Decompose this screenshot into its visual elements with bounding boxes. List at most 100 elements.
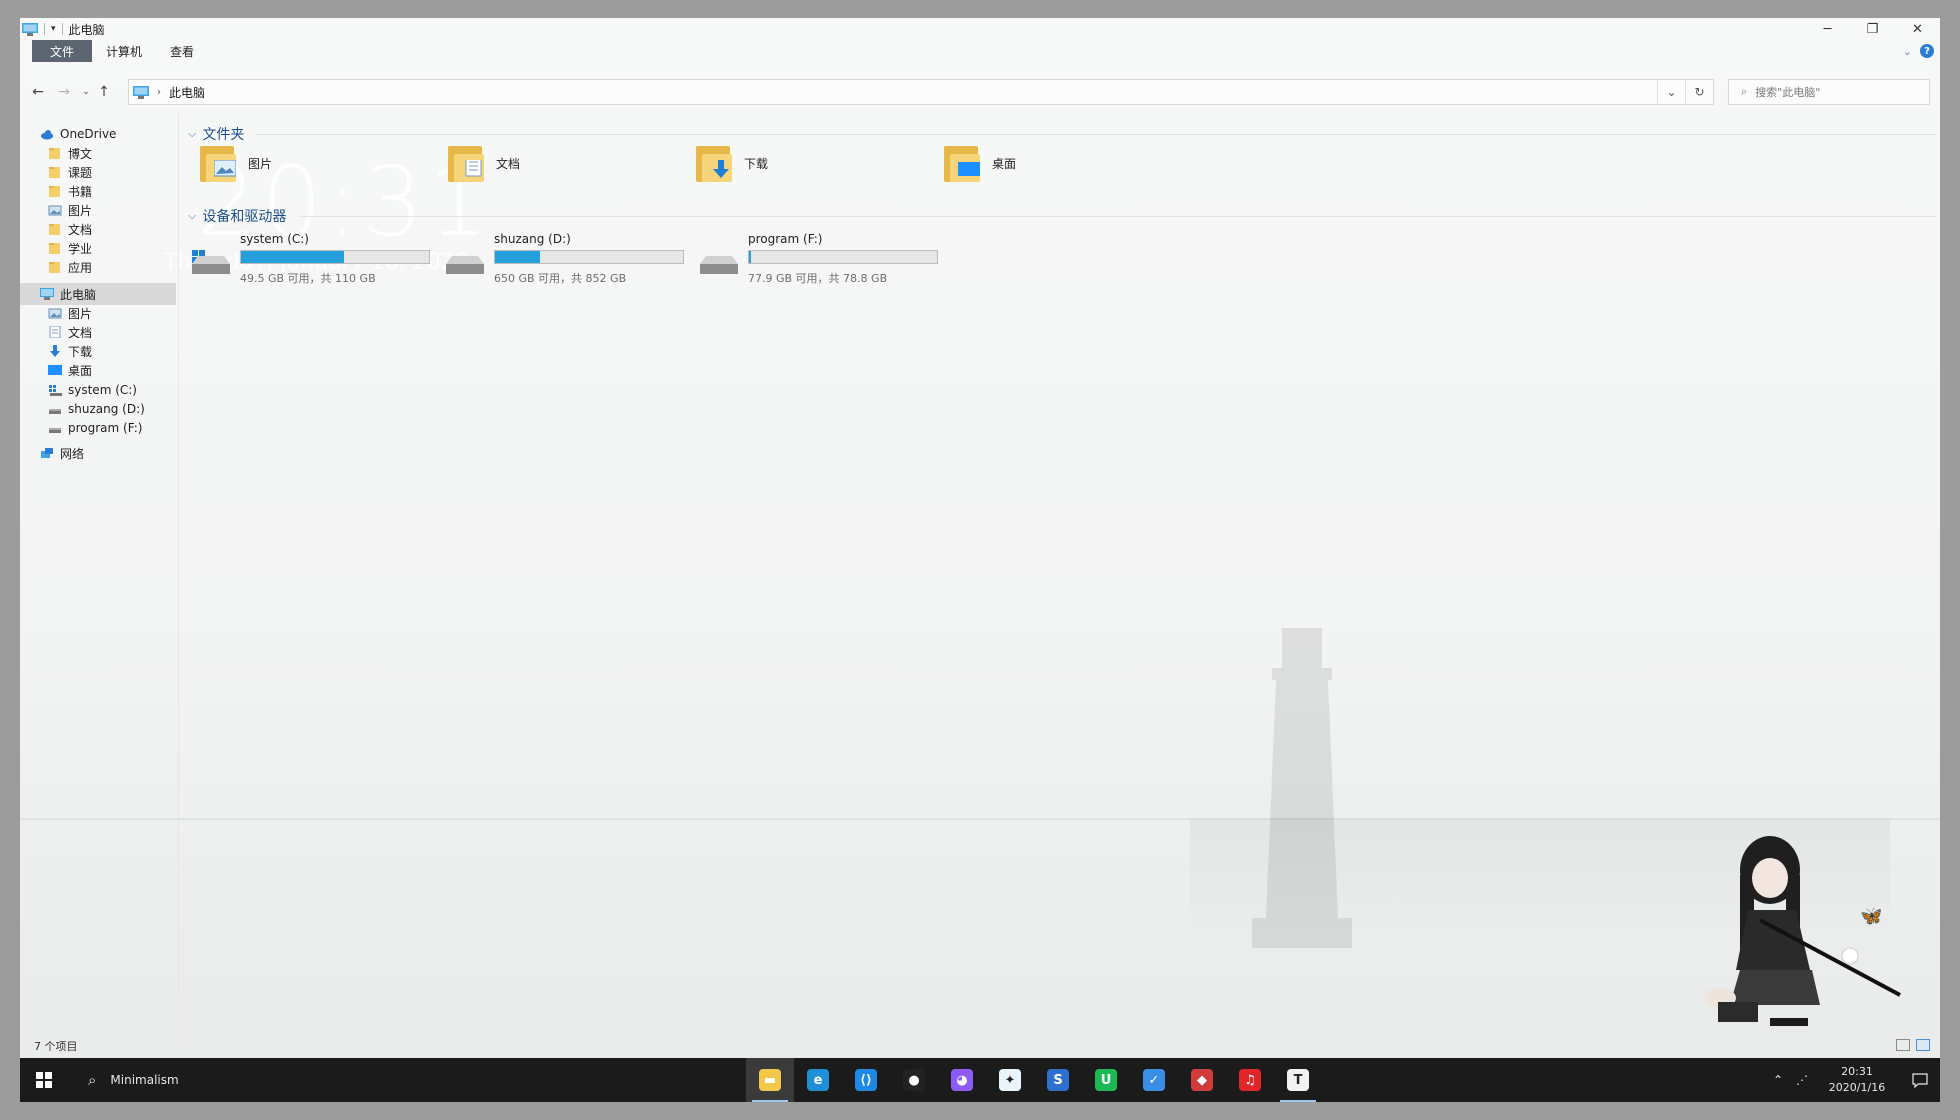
cloud-icon	[40, 128, 54, 140]
download-icon	[48, 345, 62, 357]
wifi-icon[interactable]: ⋰	[1790, 1073, 1814, 1087]
breadcrumb-item[interactable]: 此电脑	[169, 84, 205, 101]
netease-music-taskbar-button[interactable]: ♫	[1226, 1058, 1274, 1102]
u-app-icon: U	[1095, 1069, 1117, 1091]
search-input[interactable]: ⌕ 搜索"此电脑"	[1728, 79, 1930, 105]
drive-space-info: 650 GB 可用，共 852 GB	[494, 272, 627, 285]
documents-folder-icon	[448, 144, 486, 182]
computer-icon[interactable]	[22, 22, 38, 36]
quick-access-toolbar: ▾	[20, 18, 63, 40]
restore-button[interactable]: ❐	[1850, 18, 1895, 40]
section-divider	[256, 133, 1936, 135]
ribbon-tab-computer[interactable]: 计算机	[92, 40, 156, 62]
windows-logo-icon	[36, 1072, 52, 1088]
drive-usage-fill	[495, 251, 541, 263]
content-pane: ⌵ 文件夹 图片 文档 下载 桌面 ⌵ 设备和驱动器 system (C:) 49.5 …	[180, 114, 1940, 1034]
address-bar[interactable]: › 此电脑 ⌄ ↻	[128, 79, 1714, 105]
up-arrow-icon[interactable]: ↑	[94, 82, 114, 102]
windows-drive-icon	[192, 250, 230, 274]
red-app-icon: ◆	[1191, 1069, 1213, 1091]
ribbon-tab-file[interactable]: 文件	[32, 40, 93, 62]
vscode-taskbar-button[interactable]: ⟨⟩	[842, 1058, 890, 1102]
folder-icon	[48, 147, 62, 159]
window-title: 此电脑	[68, 22, 105, 37]
notification-center-icon[interactable]	[1900, 1058, 1940, 1102]
close-button[interactable]: ✕	[1895, 18, 1940, 40]
sidebar-item[interactable]: program (F:)	[20, 417, 176, 439]
drive-tile[interactable]: system (C:) 49.5 GB 可用，共 110 GB	[190, 232, 440, 292]
sidebar-item[interactable]: 网络	[20, 442, 176, 464]
todo-taskbar-button[interactable]: ✓	[1130, 1058, 1178, 1102]
minimize-button[interactable]: ─	[1805, 18, 1850, 40]
typora-taskbar-button[interactable]: T	[1274, 1058, 1322, 1102]
navigation-pane-divider	[178, 113, 179, 1043]
sidebar-item[interactable]: 应用	[20, 256, 176, 278]
navigation-pane: OneDrive 博文 课题 书籍 图片 文档 学业 应用 此电脑 图片 文档 下载 桌面 system …	[20, 123, 176, 1043]
collapse-chevron-icon[interactable]: ⌵	[188, 209, 196, 223]
folder-tile[interactable]: 桌面	[944, 138, 1184, 188]
forward-arrow-icon[interactable]: →	[54, 82, 74, 102]
back-arrow-icon[interactable]: ←	[28, 82, 48, 102]
large-icons-view-icon[interactable]	[1916, 1039, 1930, 1051]
sidebar-item-label: OneDrive	[60, 127, 117, 141]
sidebar-item-label: system (C:)	[68, 383, 137, 397]
folder-tile[interactable]: 图片	[200, 138, 440, 188]
address-dropdown-chevron-icon[interactable]: ⌄	[1657, 80, 1685, 104]
cat-app-taskbar-button[interactable]: ◕	[938, 1058, 986, 1102]
expand-ribbon-chevron-icon[interactable]: ⌄	[1903, 45, 1912, 58]
u-app-taskbar-button[interactable]: U	[1082, 1058, 1130, 1102]
address-bar-actions: ⌄ ↻	[1657, 80, 1713, 104]
folder-tile[interactable]: 下载	[696, 138, 936, 188]
twitter-app-taskbar-button[interactable]: ✦	[986, 1058, 1034, 1102]
drive-tile[interactable]: program (F:) 77.9 GB 可用，共 78.8 GB	[698, 232, 948, 292]
taskbar-clock[interactable]: 20:31 2020/1/16	[1814, 1064, 1900, 1096]
taskbar-search-text: Minimalism	[110, 1073, 179, 1087]
drives-section-header[interactable]: ⌵ 设备和驱动器	[188, 206, 1936, 226]
file-explorer-window: ▾ 此电脑 ─ ❐ ✕ 文件 计算机 查看 ⌄ ? ← → ⌄ ↑ › 此电脑 …	[20, 18, 1940, 1058]
taskbar-search[interactable]: ⌕ Minimalism	[72, 1058, 179, 1102]
drive-icon	[48, 403, 62, 415]
edge-taskbar-button[interactable]: e	[794, 1058, 842, 1102]
todo-icon: ✓	[1143, 1069, 1165, 1091]
desktop-icon	[48, 364, 62, 376]
drive-name: system (C:)	[240, 232, 309, 246]
sidebar-item-label: 图片	[68, 203, 93, 218]
folder-icon	[48, 223, 62, 235]
sidebar-item-label: 此电脑	[60, 287, 97, 302]
folder-label: 桌面	[992, 156, 1017, 171]
qq-taskbar-button[interactable]: ●	[890, 1058, 938, 1102]
sidebar-item-label: 桌面	[68, 363, 93, 378]
sidebar-item-label: 图片	[68, 306, 93, 321]
recent-locations-chevron-icon[interactable]: ⌄	[76, 82, 96, 102]
computer-icon	[40, 288, 54, 300]
s-app-taskbar-button[interactable]: S	[1034, 1058, 1082, 1102]
taskbar-date: 2020/1/16	[1828, 1081, 1886, 1094]
network-icon	[40, 447, 54, 459]
search-icon: ⌕	[1741, 85, 1748, 98]
vscode-icon: ⟨⟩	[855, 1069, 877, 1091]
quick-access-dropdown-icon[interactable]: ▾	[51, 24, 56, 34]
documents-icon	[48, 325, 62, 339]
breadcrumb-separator-icon[interactable]: ›	[157, 87, 161, 98]
desktop-folder-icon	[944, 144, 982, 182]
red-app-taskbar-button[interactable]: ◆	[1178, 1058, 1226, 1102]
file-explorer-taskbar-button[interactable]: ▬	[746, 1058, 794, 1102]
help-icon[interactable]: ?	[1920, 44, 1934, 58]
system-tray: ⌃ ⋰ 20:31 2020/1/16	[1766, 1058, 1940, 1102]
drive-tile[interactable]: shuzang (D:) 650 GB 可用，共 852 GB	[444, 232, 694, 292]
details-view-icon[interactable]	[1896, 1039, 1910, 1051]
folder-tile[interactable]: 文档	[448, 138, 688, 188]
status-bar: 7 个项目	[20, 1034, 1940, 1058]
sidebar-item[interactable]: 桌面	[20, 359, 176, 381]
collapse-chevron-icon[interactable]: ⌵	[188, 127, 196, 141]
twitter-app-icon: ✦	[999, 1069, 1021, 1091]
drive-usage-bar	[748, 250, 938, 264]
refresh-icon[interactable]: ↻	[1685, 80, 1713, 104]
netease-music-icon: ♫	[1239, 1069, 1261, 1091]
view-toggles	[1896, 1039, 1930, 1051]
start-button[interactable]	[20, 1058, 68, 1102]
ribbon-tab-view[interactable]: 查看	[156, 40, 208, 62]
hard-drive-icon	[446, 256, 484, 274]
edge-icon: e	[807, 1069, 829, 1091]
show-hidden-icons-chevron-icon[interactable]: ⌃	[1766, 1073, 1790, 1087]
